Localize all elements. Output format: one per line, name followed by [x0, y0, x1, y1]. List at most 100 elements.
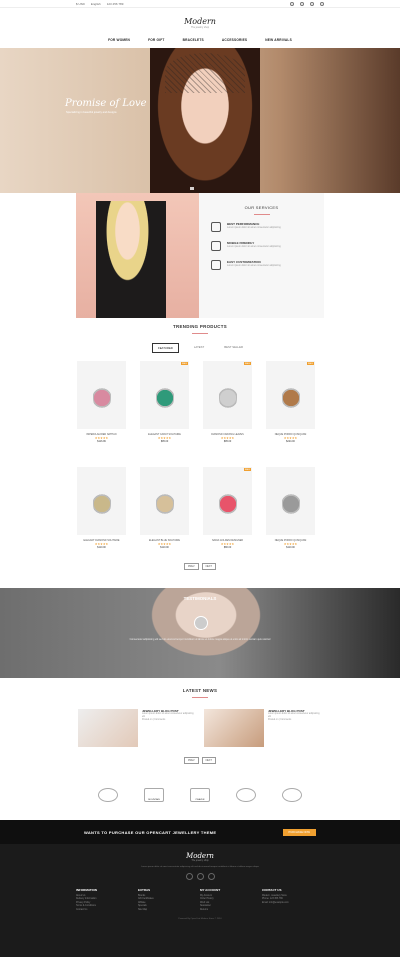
news-item[interactable]: JEWELLERY BLOG POST Lorem ipsum dolor sit… — [78, 709, 196, 747]
testimonials-section: TESTIMONIALS Consectetur adipisicing eli… — [0, 588, 400, 678]
site-footer: Modern The jewelry shop Lorem ipsum dolo… — [0, 844, 400, 957]
services-section: OUR SERVICES BEST PERFORMANCE Lorem ipsum… — [76, 193, 324, 318]
search-icon[interactable] — [290, 1, 294, 6]
footer-column-title: CONTACT US — [262, 888, 282, 892]
twitter-icon[interactable] — [196, 873, 204, 880]
product-image[interactable]: SALE — [140, 361, 189, 429]
tab-best-seller[interactable]: BEST SELLER — [219, 343, 248, 353]
top-bar: $ USD English 123 456 789 — [0, 0, 400, 8]
facebook-icon[interactable] — [185, 873, 193, 880]
cart-icon[interactable] — [310, 1, 314, 6]
footer-column: MY ACCOUNT My Account Order History Wish Li… — [200, 888, 262, 912]
clock-icon — [211, 222, 221, 232]
footer-link[interactable]: Site Map — [138, 909, 200, 912]
news-meta: Posted on | Comments — [268, 719, 292, 722]
footer-column-title: MY ACCOUNT — [200, 888, 221, 892]
hero-slider-dots[interactable] — [190, 187, 194, 190]
tab-latest[interactable]: LATEST — [189, 343, 209, 353]
testimonial-background-image — [150, 588, 290, 678]
brand-logo[interactable] — [282, 788, 302, 802]
footer-link[interactable]: Contact Us — [76, 909, 138, 912]
jewelry-icon — [281, 380, 300, 410]
footer-column-title: INFORMATION — [76, 888, 97, 892]
product-image[interactable]: SALE — [266, 361, 315, 429]
product-card[interactable]: SALE ELEGANT CARAT SOLITAIRE ★★★★★ $95.00 — [140, 361, 189, 453]
news-meta: Posted on | Comments — [142, 719, 166, 722]
service-item: MOBILE FRIENDLY Lorem ipsum dolor sit ame… — [211, 241, 312, 251]
news-image[interactable] — [204, 709, 264, 747]
currency-selector[interactable]: $ USD — [76, 2, 85, 6]
news-image[interactable] — [78, 709, 138, 747]
footer-columns: INFORMATION About Us Delivery Information P… — [76, 888, 324, 912]
brand-logo-praver[interactable]: PRAVER — [190, 788, 210, 802]
service-desc: Lorem ipsum dolor sit amet consectetur a… — [227, 264, 281, 267]
brand-logo[interactable] — [236, 788, 256, 802]
sale-badge: SALE — [243, 362, 251, 365]
hero-banner[interactable]: Promise of Love Specializing in beautifu… — [0, 48, 400, 193]
product-tabs: FEATURED LATEST BEST SELLER — [0, 343, 400, 353]
brand-logo-mountain[interactable]: MOUNTAIN — [144, 788, 164, 802]
product-price: $110.00 — [286, 546, 295, 549]
news-list: JEWELLERY BLOG POST Lorem ipsum dolor sit… — [78, 709, 322, 747]
cta-text: WANTS TO PURCHASE OUR OPENCART JEWELLERY… — [84, 829, 217, 835]
product-pager: PREV NEXT — [0, 563, 400, 570]
language-selector[interactable]: English — [91, 2, 101, 6]
nav-item-accessories[interactable]: ACCESSORIES — [222, 38, 247, 48]
product-image[interactable] — [77, 467, 126, 535]
title-divider — [253, 212, 270, 216]
product-price: $95.00 — [223, 440, 232, 443]
purchase-button[interactable]: PURCHASE NOW — [282, 828, 316, 836]
product-image[interactable]: SALE — [203, 361, 252, 429]
product-card[interactable]: IMPERIA ALFRED NATHAN ★★★★★ $116.99 — [77, 361, 126, 453]
nav-item-new-arrivals[interactable]: NEW ARRIVALS — [265, 38, 292, 48]
product-grid: IMPERIA ALFRED NATHAN ★★★★★ $116.99 SALE ELE… — [77, 361, 400, 559]
heart-icon[interactable] — [300, 1, 304, 6]
footer-logo[interactable]: Modern — [0, 852, 400, 860]
product-image[interactable] — [77, 361, 126, 429]
product-card[interactable]: NEQUE PORRO QUISQUAM ★★★★★ $110.00 — [266, 467, 315, 559]
footer-column: INFORMATION About Us Delivery Information P… — [76, 888, 138, 912]
footer-link[interactable]: Email: info@example.com — [262, 902, 324, 905]
prev-button[interactable]: PREV — [184, 757, 199, 764]
slider-dot[interactable] — [190, 187, 194, 190]
product-price: $110.00 — [97, 546, 106, 549]
product-card[interactable]: SALE DIAMOND CRAVING LEAVES ★★★★★ $95.00 — [203, 361, 252, 453]
jewelry-icon — [155, 486, 174, 516]
product-image[interactable] — [266, 467, 315, 535]
trending-title: TRENDING PRODUCTS — [173, 324, 227, 329]
sale-badge: SALE — [243, 468, 251, 471]
service-item: BEST PERFORMANCE Lorem ipsum dolor sit am… — [211, 222, 312, 232]
hero-veil — [165, 53, 245, 93]
product-card[interactable]: ELEGANT BLUE SOLITAIRE ★★★★★ $110.00 — [140, 467, 189, 559]
next-button[interactable]: NEXT — [201, 563, 216, 570]
next-button[interactable]: NEXT — [201, 757, 216, 764]
product-image[interactable]: SALE — [203, 467, 252, 535]
title-divider — [192, 695, 208, 699]
phone-number: 123 456 789 — [106, 1, 124, 6]
service-item: EASY CUSTOMIZATION Lorem ipsum dolor sit … — [211, 260, 312, 270]
news-pager: PREV NEXT — [0, 757, 400, 764]
product-card[interactable]: SALE NEQUE PORRO QUISQUAM ★★★★★ $224.00 — [266, 361, 315, 453]
tab-featured[interactable]: FEATURED — [151, 343, 179, 353]
services-title: OUR SERVICES — [244, 205, 279, 210]
prev-button[interactable]: PREV — [184, 563, 199, 570]
edit-icon — [211, 260, 221, 270]
news-item[interactable]: JEWELLERY BLOG POST Lorem ipsum dolor sit… — [204, 709, 322, 747]
product-price: $224.00 — [286, 440, 295, 443]
footer-column: CONTACT US Modern, Jewellery Store Phone: … — [262, 888, 324, 912]
nav-item-gift[interactable]: FOR GIFT — [148, 38, 164, 48]
devices-icon — [211, 241, 221, 251]
brand-logo[interactable] — [98, 788, 118, 802]
jewelry-icon — [218, 380, 237, 410]
nav-item-bracelets[interactable]: BRACELETS — [183, 38, 204, 48]
user-icon[interactable] — [320, 1, 324, 6]
product-card[interactable]: ELEGANT DIAMOND SOLITAIRE ★★★★★ $110.00 — [77, 467, 126, 559]
site-logo[interactable]: Modern — [184, 17, 216, 26]
product-image[interactable] — [140, 467, 189, 535]
product-card[interactable]: SALE NADIA GOLDEN DESIGNER ★★★★★ $80.00 — [203, 467, 252, 559]
nav-item-women[interactable]: FOR WOMEN — [108, 38, 130, 48]
testimonial-text: Consectetur adipisicing elit sed do eius… — [129, 638, 271, 641]
footer-link[interactable]: Returns — [200, 909, 262, 912]
product-price: $80.00 — [223, 546, 232, 549]
google-plus-icon[interactable] — [207, 873, 215, 880]
